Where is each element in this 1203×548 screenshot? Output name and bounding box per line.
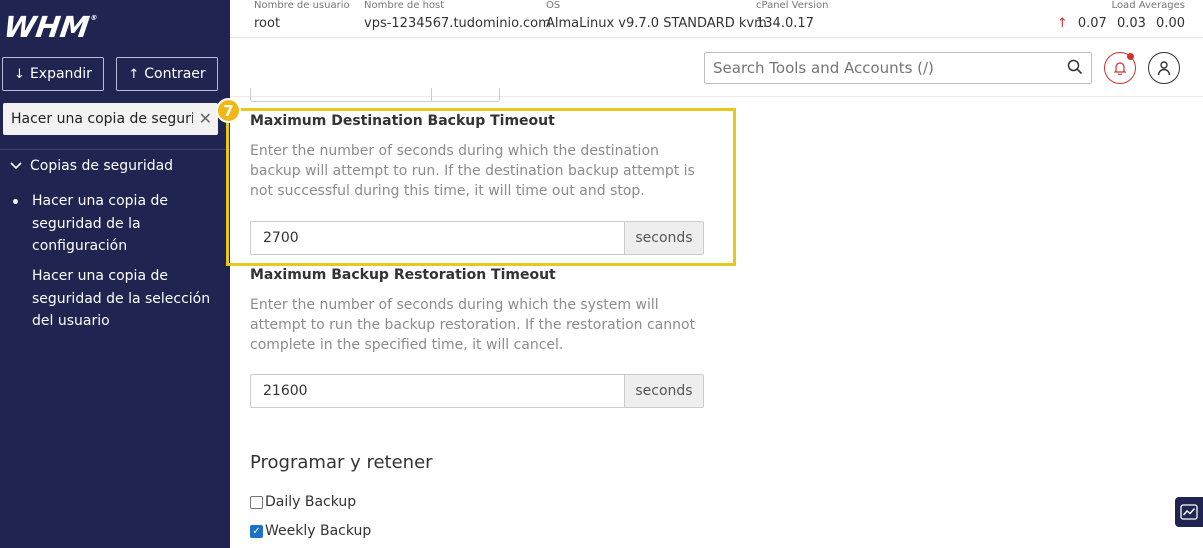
destination-timeout-description: Enter the number of seconds during which… <box>250 143 695 199</box>
server-info-bar: Nombre de usuario root Nombre de host vp… <box>230 0 1203 38</box>
arrow-up-icon: ↑ <box>1056 16 1068 31</box>
os-info: OS AlmaLinux v9.7.0 STANDARD kvm <box>546 0 767 36</box>
expand-button[interactable]: ↓ Expandir <box>2 57 104 91</box>
main-content: 7 Maximum Destination Backup Timeout Ent… <box>216 88 1203 548</box>
user-menu-button[interactable] <box>1148 52 1180 84</box>
destination-timeout-input[interactable] <box>250 221 624 255</box>
arrow-down-icon: ↓ <box>14 66 25 82</box>
weekly-backup-label: Weekly Backup <box>265 523 372 539</box>
restoration-timeout-group: seconds <box>250 374 704 408</box>
sidebar-search-input[interactable] <box>11 111 193 127</box>
sidebar-group-backups[interactable]: Copias de seguridad <box>10 158 173 174</box>
sidebar-search: ✕ <box>3 103 218 135</box>
load-averages: Load Averages ↑ 0.07 0.03 0.00 <box>1051 0 1185 36</box>
weekly-backup-option[interactable]: ✓ Weekly Backup <box>250 523 371 539</box>
notification-dot <box>1127 53 1134 60</box>
sidebar-item-backup-user-selection[interactable]: Hacer una copia de seguridad de la selec… <box>32 265 212 333</box>
notifications-button[interactable] <box>1104 52 1136 84</box>
clear-search-icon[interactable]: ✕ <box>199 109 212 128</box>
trend-chart-icon <box>1180 504 1198 520</box>
username-label: Nombre de usuario <box>254 0 350 11</box>
step-badge: 7 <box>216 98 241 123</box>
hostname-info: Nombre de host vps-1234567.tudominio.com <box>364 0 551 36</box>
destination-timeout-group: seconds <box>250 221 704 255</box>
username-value: root <box>254 16 281 31</box>
arrow-up-icon: ↑ <box>128 66 140 82</box>
tools-search <box>704 52 1092 84</box>
os-value: AlmaLinux v9.7.0 STANDARD kvm <box>546 16 767 31</box>
schedule-section-title: Programar y retener <box>250 452 433 473</box>
sidebar-item-backup-configuration[interactable]: Hacer una copia de seguridad de la confi… <box>13 190 212 258</box>
weekly-backup-checkbox[interactable]: ✓ <box>250 524 263 538</box>
load-averages-label: Load Averages <box>1111 0 1185 11</box>
daily-backup-checkbox[interactable] <box>250 495 263 509</box>
cpanel-version-label: cPanel Version <box>756 0 829 11</box>
chevron-down-icon <box>10 159 22 173</box>
sidebar: WHM® ↓ Expandir ↑ Contraer ✕ Copias de s… <box>0 0 230 548</box>
username-info: Nombre de usuario root <box>254 0 350 36</box>
collapse-button[interactable]: ↑ Contraer <box>116 57 218 91</box>
sidebar-divider <box>0 149 230 150</box>
sidebar-group-label: Copias de seguridad <box>30 158 174 174</box>
user-icon <box>1157 61 1171 76</box>
search-icon[interactable] <box>1067 59 1083 75</box>
load-1min: 0.07 <box>1077 16 1107 31</box>
restoration-timeout-unit: seconds <box>624 374 704 408</box>
load-15min: 0.00 <box>1156 16 1185 31</box>
cpanel-version-info: cPanel Version 134.0.17 <box>756 0 828 36</box>
analytics-button[interactable] <box>1175 497 1203 527</box>
restoration-timeout-input[interactable] <box>250 374 624 408</box>
hostname-label: Nombre de host <box>364 0 445 11</box>
previous-input-group <box>250 88 500 102</box>
load-5min: 0.03 <box>1116 16 1146 31</box>
destination-timeout-unit: seconds <box>624 221 704 255</box>
hostname-value: vps-1234567.tudominio.com <box>364 16 551 31</box>
restoration-timeout-title: Maximum Backup Restoration Timeout <box>250 267 556 283</box>
restoration-timeout-description: Enter the number of seconds during which… <box>250 297 696 353</box>
tools-search-input[interactable] <box>713 59 1053 77</box>
collapse-label: Contraer <box>144 66 206 82</box>
cpanel-version-value: 134.0.17 <box>756 16 814 31</box>
daily-backup-option[interactable]: Daily Backup <box>250 494 356 510</box>
whm-logo[interactable]: WHM® <box>2 10 99 44</box>
expand-label: Expandir <box>29 66 92 82</box>
load-averages-values: ↑ 0.07 0.03 0.00 <box>1051 12 1185 36</box>
bell-icon <box>1113 62 1127 75</box>
daily-backup-label: Daily Backup <box>265 494 357 510</box>
destination-timeout-title: Maximum Destination Backup Timeout <box>250 113 555 129</box>
os-label: OS <box>546 0 561 11</box>
